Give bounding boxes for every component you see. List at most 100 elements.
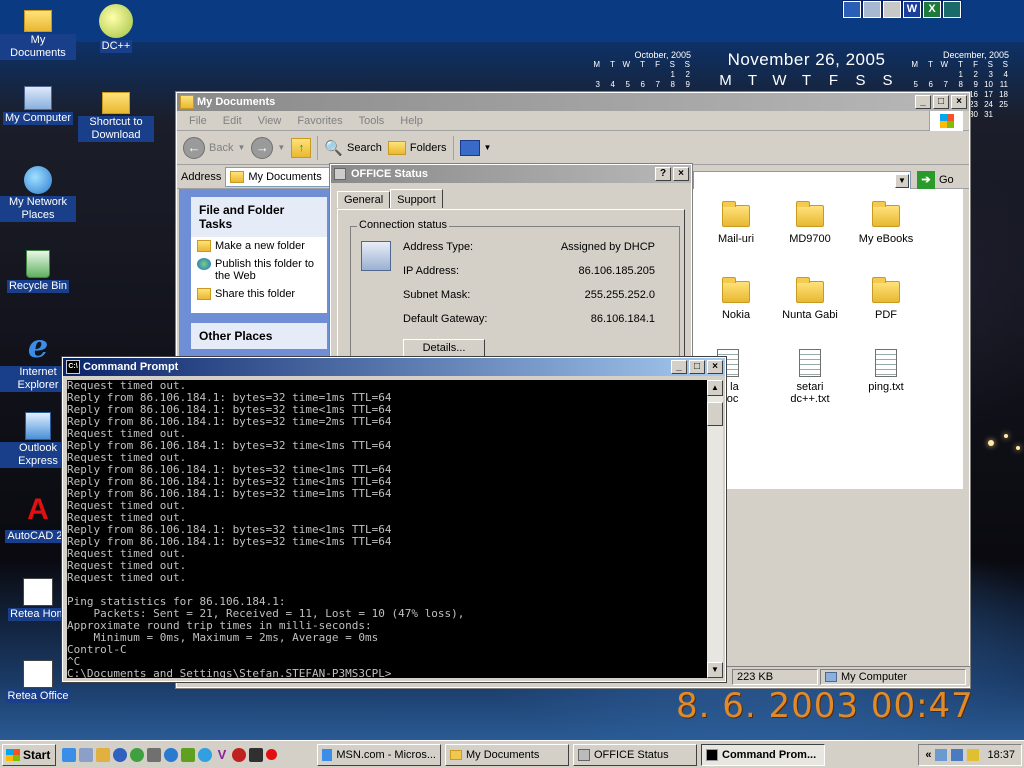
folders-button[interactable]: Folders [387,140,447,155]
cmd-icon [706,748,718,761]
up-folder-icon: ↑ [291,137,312,158]
desktop-icon-my-documents[interactable]: My Documents [0,4,76,60]
scroll-up-arrow-icon[interactable]: ▲ [707,380,723,396]
address-right-part[interactable]: ▼ [693,171,911,191]
tool-icon[interactable] [96,747,110,762]
menu-help[interactable]: Help [392,115,431,127]
office-status-title: OFFICE Status [351,168,429,180]
excel-icon[interactable]: X [923,1,941,18]
task-publish-folder[interactable]: Publish this folder to the Web [191,255,327,285]
taskbar-button-office-status[interactable]: OFFICE Status [573,743,697,766]
desktop-icon-shortcut-download[interactable]: Shortcut to Download [78,86,154,142]
status-size: 223 KB [732,668,818,685]
forward-button[interactable]: → ▼ [251,136,285,159]
network-status-icon [578,748,590,761]
details-button[interactable]: Details... [403,339,485,357]
globe-icon[interactable] [164,747,178,762]
quick-launch: V [62,747,277,762]
folders-icon [387,140,406,155]
desktop-icon-dcpp[interactable]: DC++ [78,4,154,53]
calculator-icon[interactable] [79,747,93,762]
minimize-button[interactable]: _ [915,95,931,109]
menu-file[interactable]: File [181,115,215,127]
app-icon[interactable] [249,747,263,762]
scroll-down-arrow-icon[interactable]: ▼ [707,662,723,678]
task-share-folder[interactable]: Share this folder [191,285,327,303]
help-button[interactable]: ? [655,167,671,181]
folder-item[interactable]: MD9700 [775,201,845,245]
close-button[interactable]: × [951,95,967,109]
folder-item[interactable]: Nokia [701,277,771,321]
v-icon[interactable]: V [215,747,229,762]
network-tray-icon[interactable] [951,748,964,761]
cmd-titlebar[interactable]: C:\ Command Prompt _ □ × [63,358,725,376]
messenger-icon[interactable] [198,747,212,762]
desktop-icon-network-places[interactable]: My Network Places [0,166,76,222]
taskbar-button-msn[interactable]: MSN.com - Micros... [317,743,441,766]
desktop-icon-recycle-bin[interactable]: Recycle Bin [0,250,76,293]
office-status-titlebar[interactable]: OFFICE Status ? × [331,165,691,183]
task-make-new-folder[interactable]: Make a new folder [191,237,327,255]
maximize-button[interactable]: □ [933,95,949,109]
media-icon[interactable] [113,747,127,762]
taskbar-button-my-documents[interactable]: My Documents [445,743,569,766]
volume-tray-icon[interactable] [967,748,980,761]
menu-tools[interactable]: Tools [351,115,393,127]
share-folder-icon [197,288,211,300]
record-icon[interactable] [266,748,277,760]
explorer-titlebar[interactable]: My Documents _ □ × [177,93,969,111]
chevron-down-icon: ▼ [483,143,492,152]
ip-address-row: IP Address: 86.106.185.205 [403,265,655,277]
search-button[interactable]: 🔍 Search [324,139,382,157]
menu-edit[interactable]: Edit [215,115,250,127]
clock[interactable]: 18:37 [987,749,1015,761]
app-icon[interactable] [883,1,901,18]
other-places-header[interactable]: Other Places [191,323,327,349]
tasks-header[interactable]: File and Folder Tasks [191,197,327,237]
cmd-console-output[interactable]: Request timed out. Reply from 86.106.184.… [67,380,707,678]
folder-item[interactable]: PDF [851,277,921,321]
tab-support[interactable]: Support [390,189,443,208]
network-icon[interactable] [130,747,144,762]
tool-icon[interactable] [181,747,195,762]
app-icon[interactable] [863,1,881,18]
back-button[interactable]: ← Back ▼ [183,136,245,159]
explorer-file-list: Mail-uri MD9700 My eBooks Nokia Nunta Ga… [689,189,963,489]
ie-icon[interactable] [62,747,76,762]
menu-view[interactable]: View [250,115,290,127]
taskbar-button-command-prompt[interactable]: Command Prom... [701,743,825,766]
scroll-thumb[interactable] [707,402,723,426]
file-item[interactable]: ping.txt [851,349,921,393]
word-icon[interactable]: W [903,1,921,18]
folder-item[interactable]: My eBooks [851,201,921,245]
cmd-vertical-scrollbar[interactable]: ▲ ▼ [707,380,723,678]
network-tray-icon[interactable] [935,748,948,761]
desktop-icon[interactable] [147,747,161,762]
address-label: Address [181,170,222,183]
start-button[interactable]: Start [2,743,56,766]
tray-expand-chevron-icon[interactable]: « [925,749,931,761]
desktop-icon-my-computer[interactable]: My Computer [0,86,76,125]
go-button[interactable]: ➔ Go [917,171,954,189]
go-arrow-icon: ➔ [917,171,935,189]
app-icon[interactable] [943,1,961,18]
menu-favorites[interactable]: Favorites [289,115,350,127]
folder-item[interactable]: Mail-uri [701,201,771,245]
stop-icon[interactable] [232,747,246,762]
views-button[interactable]: ▼ [459,139,492,156]
file-item[interactable]: setari dc++.txt [775,349,845,405]
close-button[interactable]: × [707,360,723,374]
up-button[interactable]: ↑ [291,137,312,158]
status-zone: My Computer [820,668,966,685]
minimize-button[interactable]: _ [671,360,687,374]
new-folder-icon [197,240,211,252]
app-icon[interactable] [843,1,861,18]
close-button[interactable]: × [673,167,689,181]
maximize-button[interactable]: □ [689,360,705,374]
calendar-title: December, 2005 [942,50,1009,60]
wallpaper-light [988,440,994,446]
folder-item[interactable]: Nunta Gabi [775,277,845,321]
address-dropdown-button[interactable]: ▼ [895,174,909,188]
tab-general[interactable]: General [337,191,391,208]
cmd-icon: C:\ [66,360,80,374]
